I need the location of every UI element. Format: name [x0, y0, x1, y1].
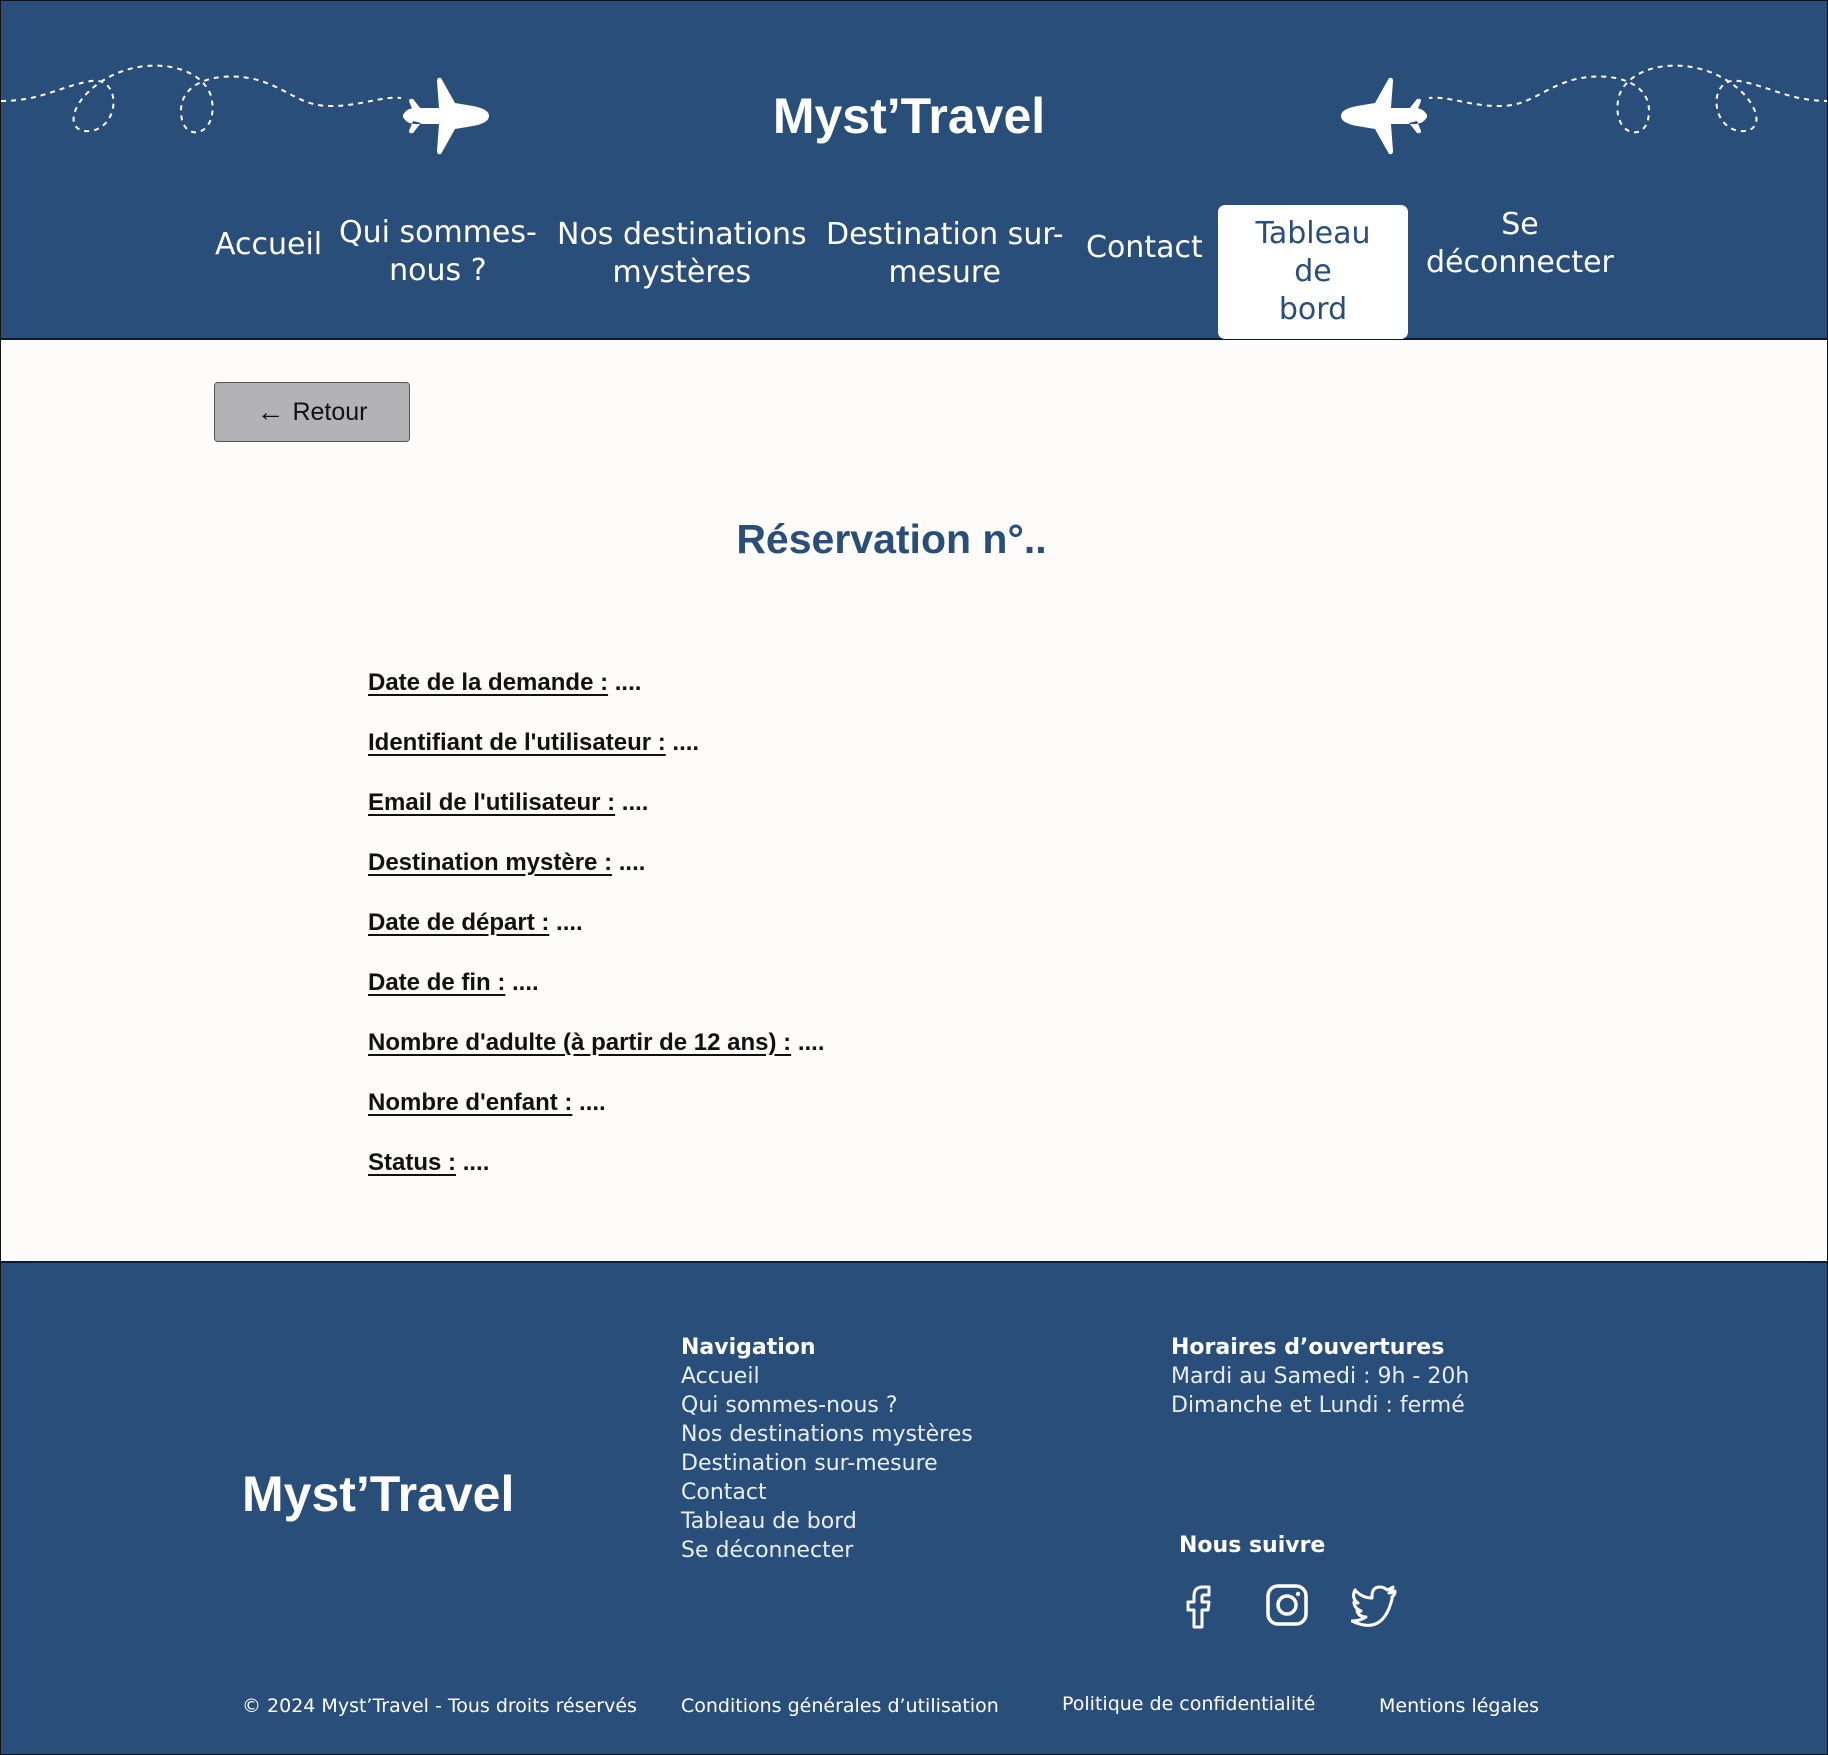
- detail-value: ....: [797, 1029, 825, 1056]
- footer-link-nos-destinations[interactable]: Nos destinations mystères: [681, 1420, 973, 1449]
- nav-label-line: Accueil: [215, 227, 323, 262]
- footer-navigation-title: Navigation: [681, 1335, 816, 1360]
- nav-label-line: nous ?: [389, 253, 487, 288]
- page-frame: Myst’Travel Accueil Qui sommes- nous ? N…: [0, 0, 1828, 1755]
- footer-hours-line: Dimanche et Lundi : fermé: [1171, 1393, 1465, 1418]
- twitter-icon[interactable]: [1351, 1581, 1399, 1629]
- reservation-title: Réservation n°..: [736, 516, 1047, 562]
- footer-navigation: Navigation Accueil Qui sommes-nous ? Nos…: [681, 1333, 973, 1565]
- detail-value: ....: [618, 849, 646, 876]
- footer-link-destination-sur-mesure[interactable]: Destination sur-mesure: [681, 1449, 973, 1478]
- detail-label: Nombre d'adulte (à partir de 12 ans) :: [368, 1029, 792, 1056]
- detail-row-status: Status : ....: [368, 1145, 824, 1205]
- detail-label: Date de départ :: [368, 909, 550, 936]
- detail-row-destination-mystere: Destination mystère : ....: [368, 845, 824, 905]
- detail-value: ....: [621, 789, 649, 816]
- detail-row-email-utilisateur: Email de l'utilisateur : ....: [368, 785, 824, 845]
- nav-item-tableau-de-bord[interactable]: Tableau de bord: [1218, 205, 1408, 339]
- footer-link-se-deconnecter[interactable]: Se déconnecter: [681, 1536, 973, 1565]
- nav-label-line: Tableau de: [1255, 216, 1371, 289]
- nav-item-destination-sur-mesure[interactable]: Destination sur- mesure: [826, 216, 1064, 292]
- reservation-details-list: Date de la demande : .... Identifiant de…: [368, 665, 824, 1205]
- nav-label-line: mystères: [612, 255, 752, 290]
- detail-value: ....: [614, 669, 642, 696]
- footer-link-accueil[interactable]: Accueil: [681, 1362, 973, 1391]
- footer-link-privacy[interactable]: Politique de confidentialité: [1062, 1693, 1315, 1715]
- detail-value: ....: [462, 1149, 490, 1176]
- nav-item-qui-sommes-nous[interactable]: Qui sommes- nous ?: [339, 214, 537, 290]
- nav-label-line: mesure: [888, 255, 1002, 290]
- main-navigation: Accueil Qui sommes- nous ? Nos destinati…: [1, 1, 1827, 339]
- nav-label-line: Se: [1501, 207, 1539, 242]
- instagram-icon[interactable]: [1263, 1581, 1311, 1629]
- footer-link-contact[interactable]: Contact: [681, 1478, 973, 1507]
- detail-row-nombre-adulte: Nombre d'adulte (à partir de 12 ans) : .…: [368, 1025, 824, 1085]
- detail-label: Date de la demande :: [368, 669, 609, 696]
- footer-link-cgu[interactable]: Conditions générales d’utilisation: [681, 1695, 999, 1717]
- site-footer: Myst’Travel Navigation Accueil Qui somme…: [1, 1261, 1827, 1754]
- detail-label: Status :: [368, 1149, 457, 1176]
- facebook-icon[interactable]: [1175, 1581, 1223, 1629]
- nav-label-line: Contact: [1086, 230, 1203, 265]
- nav-label-line: Nos destinations: [557, 217, 807, 252]
- site-header: Myst’Travel Accueil Qui sommes- nous ? N…: [1, 1, 1827, 340]
- detail-label: Identifiant de l'utilisateur :: [368, 729, 666, 756]
- nav-label-line: Qui sommes-: [339, 215, 537, 250]
- footer-link-qui-sommes-nous[interactable]: Qui sommes-nous ?: [681, 1391, 973, 1420]
- footer-hours-title: Horaires d’ouvertures: [1171, 1335, 1445, 1360]
- detail-row-date-demande: Date de la demande : ....: [368, 665, 824, 725]
- detail-value: ....: [579, 1089, 606, 1116]
- footer-brand: Myst’Travel: [242, 1466, 515, 1522]
- detail-value: ....: [512, 969, 539, 996]
- nav-item-se-deconnecter[interactable]: Se déconnecter: [1426, 206, 1614, 282]
- nav-label-line: déconnecter: [1426, 245, 1614, 280]
- nav-label-line: bord: [1278, 292, 1348, 327]
- detail-row-nombre-enfant: Nombre d'enfant : ....: [368, 1085, 824, 1145]
- nav-item-contact[interactable]: Contact: [1086, 229, 1203, 267]
- detail-row-date-fin: Date de fin : ....: [368, 965, 824, 1025]
- detail-row-identifiant-utilisateur: Identifiant de l'utilisateur : ....: [368, 725, 824, 785]
- footer-follow-title: Nous suivre: [1179, 1533, 1326, 1558]
- nav-item-accueil[interactable]: Accueil: [215, 226, 322, 264]
- detail-value: ....: [556, 909, 583, 936]
- arrow-left-icon: ←: [256, 396, 285, 427]
- footer-link-tableau-de-bord[interactable]: Tableau de bord: [681, 1507, 973, 1536]
- social-links: [1175, 1581, 1399, 1629]
- nav-label-line: Destination sur-: [826, 217, 1064, 252]
- detail-label: Destination mystère :: [368, 849, 613, 876]
- detail-label: Email de l'utilisateur :: [368, 789, 616, 816]
- nav-item-nos-destinations-mysteres[interactable]: Nos destinations mystères: [557, 216, 807, 292]
- footer-opening-hours: Horaires d’ouvertures Mardi au Samedi : …: [1171, 1333, 1469, 1420]
- footer-hours-line: Mardi au Samedi : 9h - 20h: [1171, 1364, 1470, 1389]
- detail-row-date-depart: Date de départ : ....: [368, 905, 824, 965]
- footer-link-legal-notice[interactable]: Mentions légales: [1379, 1695, 1539, 1717]
- back-button-label: Retour: [292, 397, 368, 426]
- detail-label: Date de fin :: [368, 969, 506, 996]
- back-button[interactable]: ← Retour: [214, 382, 410, 442]
- footer-copyright: © 2024 Myst’Travel - Tous droits réservé…: [242, 1695, 637, 1717]
- detail-value: ....: [672, 729, 700, 756]
- detail-label: Nombre d'enfant :: [368, 1089, 573, 1116]
